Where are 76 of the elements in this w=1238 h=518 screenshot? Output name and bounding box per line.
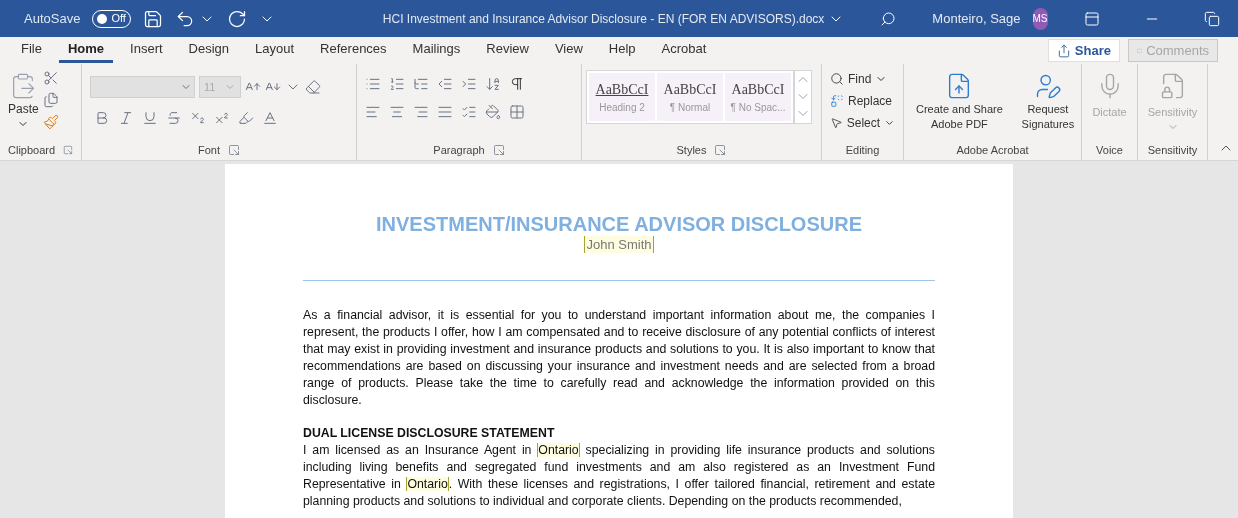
pilcrow-icon[interactable] <box>509 76 525 92</box>
save-icon[interactable] <box>142 8 163 29</box>
share-button[interactable]: Share <box>1047 39 1120 62</box>
numbering-icon[interactable] <box>389 76 405 92</box>
group-label: Sensitivity <box>1147 142 1198 158</box>
document-title: HCI Investment and Insurance Advisor Disclosure - EN (FOR EN ADVISORS).docx <box>382 10 825 28</box>
search-icon[interactable] <box>880 10 897 27</box>
copy-icon[interactable] <box>42 92 59 108</box>
ribbon-tab[interactable]: Help <box>599 38 645 63</box>
increase-indent-icon[interactable] <box>461 76 477 92</box>
style-preview[interactable]: AaBbCcI ¶ No Spac... <box>725 73 791 121</box>
font-name-field[interactable] <box>90 76 195 98</box>
strikethrough-icon[interactable] <box>166 110 182 126</box>
dialog-launcher-icon[interactable] <box>714 143 727 156</box>
dialog-launcher-icon[interactable] <box>228 143 240 156</box>
multilevel-list-icon[interactable] <box>413 76 429 92</box>
italic-icon[interactable] <box>118 110 134 126</box>
highlighter-icon[interactable] <box>238 110 254 126</box>
subscript-icon[interactable] <box>190 110 206 126</box>
ribbon-tab[interactable]: References <box>311 38 396 63</box>
align-center-icon[interactable] <box>389 104 405 120</box>
intro-paragraph: As a financial advisor, it is essential for you to understand important information about me, the companies I represent, the products I offer, how I am compensated and to receive disclosure of any potential conflicts of interest that may exist in providing investment and insurance products and solutions to you. It is also important to know that recommendations are based on discussing your insurance and investment needs and are selected from a broad range of products. Please take the time to carefully read and acknowledge the information provided on this disclosure. <box>303 307 935 409</box>
dialog-launcher-icon[interactable] <box>492 143 505 156</box>
share-icon <box>1056 43 1071 58</box>
underline-icon[interactable] <box>142 110 158 126</box>
group-label: Clipboard <box>8 142 56 158</box>
shading-icon[interactable] <box>485 104 501 120</box>
cut-icon[interactable] <box>42 70 59 86</box>
style-preview[interactable]: AaBbCcI Heading 2 <box>589 73 655 121</box>
align-right-icon[interactable] <box>413 104 429 120</box>
align-left-icon[interactable] <box>365 104 381 120</box>
document-heading: INVESTMENT/INSURANCE ADVISOR DISCLOSURE <box>376 212 862 236</box>
decrease-indent-icon[interactable] <box>437 76 453 92</box>
style-preview[interactable]: AaBbCcI ¶ Normal <box>657 73 723 121</box>
section-paragraph: I am licensed as an Insurance Agent in Ontario specializing in providing life insurance products and solutions including living benefits and segregated fund investments and am also registered as an Investment Fund Representative in Ontario. With these licenses and registrations, I offer tailored financial, retirement and estate planning products and solutions to individual and corporate clients. Depending on the products recommended, <box>303 442 935 510</box>
cursor-icon <box>830 116 843 130</box>
ribbon-tab[interactable]: Layout <box>246 38 304 63</box>
ribbon-tab[interactable]: Acrobat <box>652 38 716 63</box>
ribbon-tab[interactable]: View <box>545 38 592 63</box>
restore-icon[interactable] <box>1203 10 1220 27</box>
user-name[interactable]: Monteiro, Sage <box>932 8 1021 29</box>
format-painter-icon[interactable] <box>42 114 59 130</box>
group-label: Voice <box>1096 142 1123 158</box>
group-label: Editing <box>845 142 880 158</box>
ribbon-tab[interactable]: Review <box>477 38 538 63</box>
clear-formatting-icon[interactable] <box>305 79 321 95</box>
bullets-icon[interactable] <box>365 76 381 92</box>
redo-icon[interactable] <box>226 8 247 29</box>
ribbon-tab[interactable]: Insert <box>121 38 172 63</box>
editing-button[interactable]: Select <box>830 114 895 132</box>
user-avatar[interactable]: MS <box>1032 7 1048 30</box>
acrobat-button[interactable]: Create and Share Adobe PDF <box>908 72 1011 132</box>
ribbon-display-icon[interactable] <box>1083 10 1100 27</box>
autosave-label: AutoSave <box>24 9 81 28</box>
acrobat-button[interactable]: Request Signatures <box>1018 72 1077 132</box>
editing-button[interactable]: Find <box>830 70 895 88</box>
ribbon-tab[interactable]: File <box>12 38 51 63</box>
superscript-icon[interactable] <box>214 110 230 126</box>
paste-button[interactable]: Paste <box>8 68 39 130</box>
ribbon-tab[interactable]: Mailings <box>403 38 470 63</box>
justify-icon[interactable] <box>437 104 453 120</box>
replace-icon <box>830 94 844 108</box>
borders-icon[interactable] <box>509 104 525 120</box>
sort-icon[interactable] <box>485 76 501 92</box>
section-heading: DUAL LICENSE DISCLOSURE STATEMENT <box>303 425 556 442</box>
ribbon-tab[interactable]: Design <box>179 38 239 63</box>
group-label: Paragraph <box>433 142 485 158</box>
editing-button[interactable]: Replace <box>830 92 895 110</box>
font-color-icon[interactable] <box>262 110 278 126</box>
search-icon <box>830 72 844 86</box>
group-label: Styles <box>676 142 707 158</box>
group-label: Adobe Acrobat <box>956 142 1029 158</box>
bold-icon[interactable] <box>94 110 110 126</box>
group-label: Font <box>198 142 220 158</box>
dialog-launcher-icon[interactable] <box>63 143 73 156</box>
name-field[interactable]: John Smith <box>584 236 654 253</box>
